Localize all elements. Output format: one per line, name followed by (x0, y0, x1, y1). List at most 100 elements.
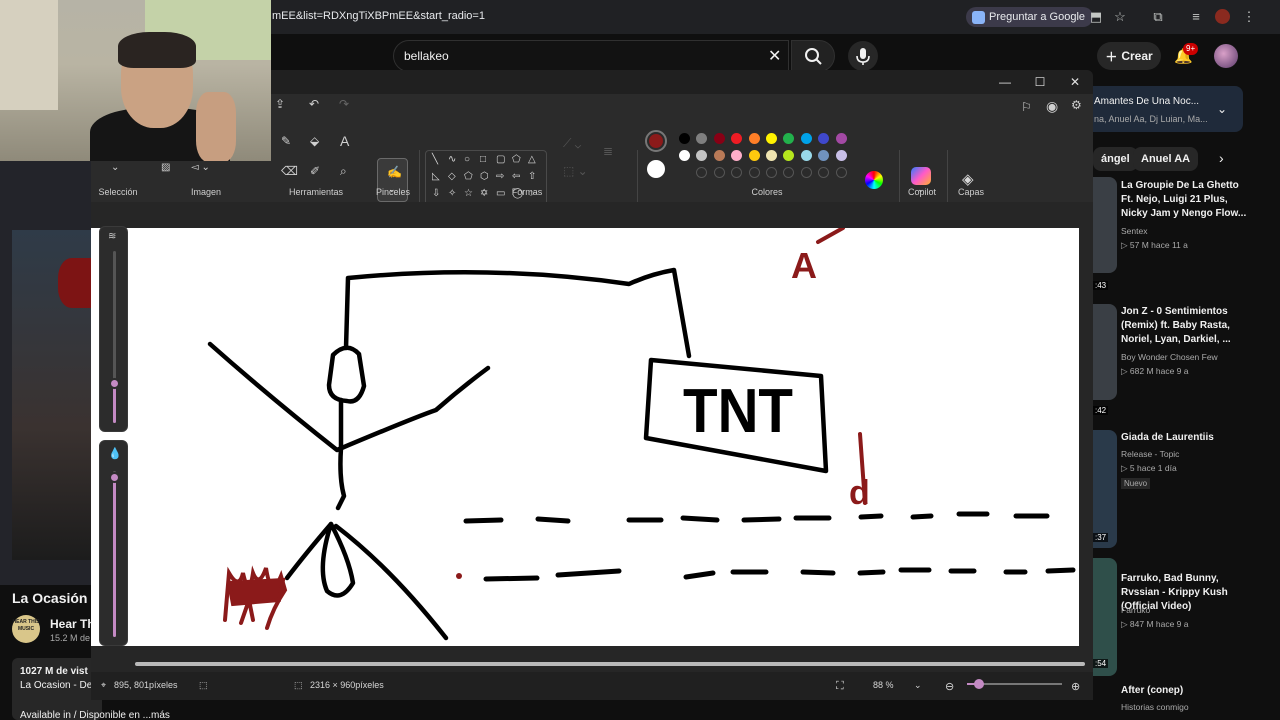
palette-swatch[interactable] (766, 133, 777, 144)
media-icon[interactable]: ≡ (1188, 9, 1204, 25)
primary-color-swatch[interactable] (645, 130, 667, 152)
polygon-shape-icon[interactable]: ⬠ (512, 154, 521, 165)
palette-swatch[interactable] (800, 150, 812, 161)
palette-swatch[interactable] (800, 133, 812, 144)
chevron-down-icon[interactable]: ⌄ (914, 680, 922, 691)
recommendation-thumbnail[interactable] (1093, 430, 1117, 548)
palette-swatch[interactable] (748, 150, 760, 161)
create-button[interactable]: ＋ Crear (1097, 42, 1161, 70)
palette-swatch[interactable] (766, 150, 777, 161)
custom-color-slot[interactable] (713, 167, 725, 178)
channel-avatar[interactable]: HEAR THIS MUSIC (12, 615, 40, 643)
star5-shape-icon[interactable]: ☆ (464, 188, 473, 199)
brush-size-slider[interactable]: ≋ (99, 226, 128, 432)
curve-shape-icon[interactable]: ∿ (448, 154, 456, 165)
palette-swatch[interactable] (818, 150, 830, 161)
palette-swatch[interactable] (696, 133, 708, 144)
size-icon[interactable]: ≣ (603, 144, 613, 158)
recommendation-title[interactable]: Jon Z - 0 Sentimientos (Remix) ft. Baby … (1121, 305, 1249, 347)
layers-icon[interactable]: ◈ (962, 170, 974, 188)
oval-shape-icon[interactable]: ○ (464, 154, 470, 165)
bookmark-star-icon[interactable]: ☆ (1112, 9, 1128, 25)
palette-swatch[interactable] (679, 150, 690, 161)
palette-swatch[interactable] (679, 133, 690, 144)
extensions-icon[interactable]: ⧉ (1150, 9, 1166, 25)
palette-swatch[interactable] (783, 133, 795, 144)
arrow-up-shape-icon[interactable]: ⇧ (528, 171, 536, 182)
recommendation-thumbnail[interactable] (1093, 304, 1117, 400)
rotate-icon[interactable]: ◅ ⌄ (191, 162, 210, 173)
secondary-color-swatch[interactable] (647, 160, 665, 178)
custom-color-slot[interactable] (696, 167, 708, 178)
shapes-gallery[interactable]: ╲ ∿ ○ □ ▢ ⬠ △ ◺ ◇ ⬠ ⬡ ⇨ ⇦ ⇧ ⇩ ✧ ☆ ✡ ▭ ◯ (425, 150, 547, 208)
ask-google-button[interactable]: Preguntar a Google (966, 7, 1094, 27)
right-triangle-shape-icon[interactable]: ◺ (432, 171, 440, 182)
palette-swatch[interactable] (731, 150, 743, 161)
eraser-icon[interactable]: ⌫ (281, 164, 298, 178)
palette-swatch[interactable] (713, 150, 725, 161)
custom-color-slot[interactable] (748, 167, 760, 178)
line-shape-icon[interactable]: ╲ (432, 154, 438, 165)
fill-style-icon[interactable]: ⬚ ⌄ (563, 164, 588, 178)
arrow-left-shape-icon[interactable]: ⇦ (512, 171, 520, 182)
filter-chip[interactable]: Anuel AA (1133, 147, 1199, 171)
address-bar[interactable]: mEE&list=RDXngTiXBPmEE&start_radio=1 (272, 10, 485, 22)
palette-swatch[interactable] (731, 133, 743, 144)
zoom-out-icon[interactable]: ⊖ (945, 680, 954, 693)
undo-icon[interactable]: ↶ (309, 97, 319, 111)
palette-swatch[interactable] (783, 150, 795, 161)
fit-to-window-icon[interactable]: ⛶ (836, 680, 844, 693)
custom-color-slot[interactable] (818, 167, 830, 178)
opacity-slider[interactable]: 💧 (99, 440, 128, 646)
minimize-icon[interactable]: — (997, 74, 1013, 90)
settings-icon[interactable]: ⚙ (1071, 98, 1082, 112)
description-more-link[interactable]: Available in / Disponible en ...más (20, 710, 170, 720)
clear-search-icon[interactable]: ✕ (768, 46, 781, 66)
color-picker-icon[interactable]: ✐ (310, 164, 320, 178)
redo-icon[interactable]: ↷ (339, 97, 349, 111)
horizontal-scrollbar[interactable] (135, 662, 1085, 666)
triangle-shape-icon[interactable]: △ (528, 154, 536, 165)
recommendation-title[interactable]: After (conep) (1121, 684, 1249, 698)
recommendation-title[interactable]: Giada de Laurentiis (1121, 431, 1249, 445)
rectangle-shape-icon[interactable]: □ (480, 154, 486, 165)
drawing-canvas[interactable]: TNT A d (91, 226, 1079, 646)
account-icon[interactable]: ◉ (1046, 98, 1058, 115)
search-button[interactable] (791, 40, 835, 72)
custom-color-slot[interactable] (800, 167, 812, 178)
chevron-down-icon[interactable]: ⌄ (1217, 102, 1227, 116)
more-menu-icon[interactable]: ⋮ (1241, 9, 1257, 25)
edit-colors-icon[interactable] (865, 171, 883, 189)
custom-color-slot[interactable] (731, 167, 743, 178)
magnifier-icon[interactable]: ⌕ (340, 164, 347, 179)
custom-color-slot[interactable] (783, 167, 795, 178)
palette-swatch[interactable] (835, 133, 847, 144)
palette-swatch[interactable] (696, 150, 708, 161)
crop-icon[interactable]: ▨ (161, 162, 170, 173)
slider-thumb[interactable] (109, 378, 120, 389)
channel-name[interactable]: Hear Th (50, 617, 95, 631)
rounded-rect-shape-icon[interactable]: ▢ (496, 154, 505, 165)
share-icon[interactable]: ⇪ (275, 97, 285, 111)
slider-thumb[interactable] (109, 472, 120, 483)
maximize-icon[interactable]: ☐ (1032, 74, 1048, 90)
feedback-icon[interactable]: ⚐ (1021, 100, 1032, 114)
custom-color-slot[interactable] (766, 167, 777, 178)
install-icon[interactable]: ⬒ (1088, 9, 1104, 25)
recommendation-title[interactable]: La Groupie De La Ghetto Ft. Nejo, Luigi … (1121, 179, 1249, 221)
custom-color-slot[interactable] (835, 167, 847, 178)
palette-swatch[interactable] (818, 133, 830, 144)
star6-shape-icon[interactable]: ✡ (480, 188, 488, 199)
star4-shape-icon[interactable]: ✧ (448, 188, 456, 199)
palette-swatch[interactable] (748, 133, 760, 144)
voice-search-button[interactable] (848, 41, 878, 71)
recommendation-thumbnail[interactable] (1093, 177, 1117, 273)
arrow-right-shape-icon[interactable]: ⇨ (496, 171, 504, 182)
text-icon[interactable]: A (340, 133, 349, 149)
pencil-icon[interactable]: ✎ (281, 134, 291, 148)
chevron-right-icon[interactable]: › (1219, 150, 1224, 166)
zoom-level[interactable]: 88 % (873, 680, 894, 690)
hexagon-shape-icon[interactable]: ⬡ (480, 171, 489, 182)
close-window-icon[interactable]: ✕ (1067, 74, 1083, 90)
diamond-shape-icon[interactable]: ◇ (448, 171, 456, 182)
